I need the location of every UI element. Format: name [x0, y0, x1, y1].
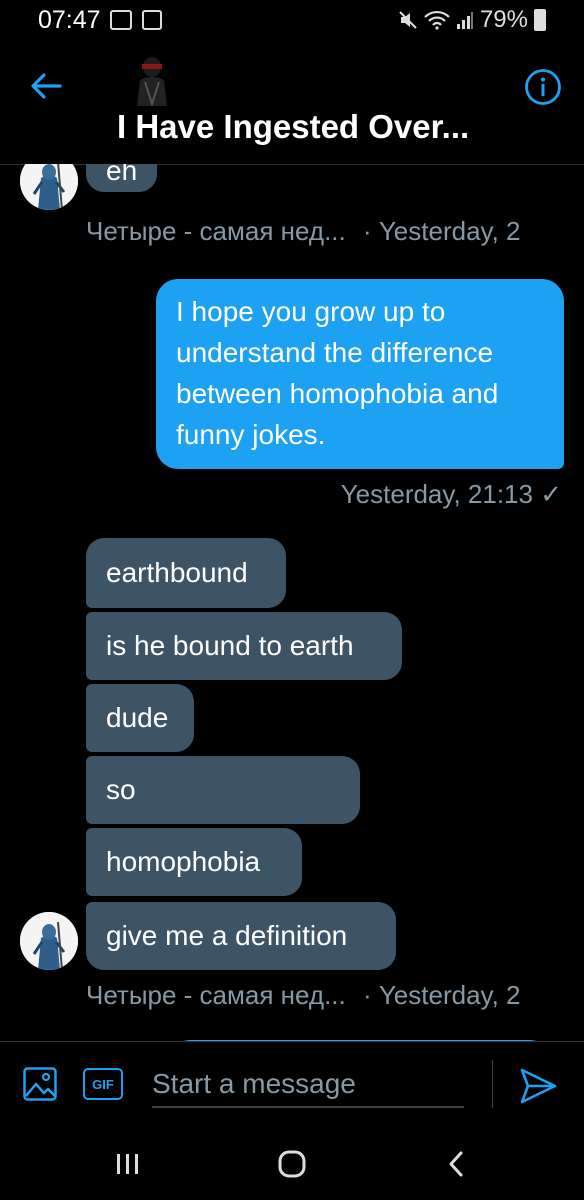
send-icon[interactable] [518, 1066, 558, 1106]
message-text: give me a definition [106, 920, 348, 951]
recents-button[interactable] [98, 1142, 158, 1186]
system-navigation-bar [0, 1128, 584, 1200]
avatar-image [20, 912, 78, 970]
back-nav-icon [449, 1151, 463, 1177]
divider [492, 1060, 493, 1108]
incoming-message[interactable]: eh [86, 164, 158, 192]
message-text: I hope you grow up to understand the dif… [176, 296, 499, 450]
sender-name[interactable]: Четыре - самая нед... [86, 216, 346, 246]
battery-percent: 79% [479, 6, 528, 33]
message-text: eh [106, 164, 138, 186]
status-time: 07:47 [38, 6, 101, 34]
status-bar: 07:47 79% [0, 0, 584, 42]
incoming-message[interactable]: is he bound to earth [86, 612, 402, 680]
battery-icon [534, 9, 546, 31]
message-timestamp: Yesterday, 21:13 ✓ [340, 479, 562, 509]
back-button[interactable] [426, 1142, 486, 1186]
arrow-left-icon[interactable] [26, 66, 66, 106]
incoming-message[interactable]: so [86, 756, 360, 824]
message-composer: GIF [0, 1041, 584, 1129]
avatar-image [20, 164, 78, 210]
home-button[interactable] [262, 1142, 322, 1186]
avatar[interactable] [131, 54, 173, 106]
avatar[interactable] [20, 164, 78, 210]
camera-notification-icon [142, 10, 162, 30]
message-timestamp: · Yesterday, 2 [362, 980, 521, 1010]
incoming-message[interactable]: homophobia [86, 828, 302, 896]
gif-label: GIF [92, 1076, 114, 1092]
info-icon[interactable] [524, 68, 562, 106]
incoming-message[interactable]: earthbound [86, 538, 286, 608]
image-icon[interactable] [22, 1066, 58, 1102]
message-input[interactable] [152, 1062, 464, 1108]
signal-icon [456, 12, 473, 29]
incoming-message[interactable]: give me a definition [86, 902, 396, 970]
sender-name[interactable]: Четыре - самая нед... [86, 980, 346, 1010]
conversation-header: I Have Ingested Over... [0, 42, 584, 165]
recents-icon [117, 1154, 138, 1174]
message-text: is he bound to earth [106, 630, 354, 661]
conversation-title[interactable]: I Have Ingested Over... [117, 108, 469, 146]
message-timestamp: · Yesterday, 2 [362, 216, 521, 246]
mute-icon [399, 11, 417, 29]
incoming-message[interactable]: dude [86, 684, 194, 752]
gif-button[interactable]: GIF [83, 1068, 123, 1100]
message-text: dude [106, 702, 169, 733]
avatar[interactable] [20, 912, 78, 970]
message-list[interactable]: eh Четыре - самая нед... · Yesterday, 2 … [0, 164, 584, 1041]
outgoing-message[interactable]: I hope you grow up to understand the dif… [156, 279, 564, 469]
wifi-icon [424, 10, 450, 30]
gallery-notification-icon [110, 10, 132, 30]
message-text: homophobia [106, 846, 261, 877]
message-text: so [106, 774, 136, 805]
home-icon [278, 1150, 306, 1178]
message-text: earthbound [106, 557, 248, 588]
